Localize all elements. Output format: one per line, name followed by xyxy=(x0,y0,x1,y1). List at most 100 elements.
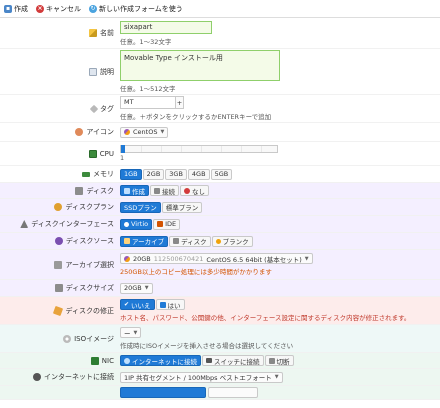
description-row: 説明 任意。1〜512文字 xyxy=(0,49,440,95)
disk-interface-option-ide[interactable]: IDE xyxy=(153,218,181,230)
disk-option-connect[interactable]: 接続 xyxy=(150,185,179,196)
prohibited-icon xyxy=(184,187,190,194)
disk-interface-option-virtio[interactable]: Virtio xyxy=(120,218,153,230)
disk-interface-label: ディスクインターフェース xyxy=(31,220,114,228)
check-icon: ✔ xyxy=(124,301,130,308)
next-option-button[interactable] xyxy=(120,387,206,398)
iso-label: ISOイメージ xyxy=(74,334,114,343)
icon-row: アイコン CentOS ▼ xyxy=(0,123,440,142)
iso-row: ISOイメージ ー ▼ 作成時にISOイメージを挿入させる場合は選択してください xyxy=(0,325,440,353)
cpu-slider[interactable] xyxy=(120,145,278,153)
disk-row: ディスク 作成 接続 なし xyxy=(0,183,440,199)
source-icon xyxy=(54,237,63,245)
icon-label: アイコン xyxy=(86,128,114,136)
memory-options: 1GB 2GB 3GB 4GB 5GB xyxy=(120,168,436,180)
tags-input[interactable]: MT xyxy=(120,96,176,109)
name-row: 名前 任意。1〜32文字 xyxy=(0,18,440,49)
memory-option-2gb[interactable]: 2GB xyxy=(142,168,165,180)
iso-value: ー xyxy=(124,329,131,338)
cpu-row: CPU 1 xyxy=(0,142,440,166)
disk-source-option-disk[interactable]: ディスク xyxy=(169,235,211,247)
pencil-icon xyxy=(89,29,97,37)
disk-modify-row: ディスクの修正 ✔ いいえ はい ホスト名、パスワード、公開鍵の他、インターフェー… xyxy=(0,297,440,325)
tags-row: タグ MT + 任意。＋ボタンをクリックするかENTERキーで追加 xyxy=(0,95,440,123)
disk-plan-label: ディスクプラン xyxy=(65,203,114,211)
nic-label: NIC xyxy=(101,356,114,365)
icon-select[interactable]: CentOS ▼ xyxy=(120,126,169,138)
disk-label: ディスク xyxy=(86,186,114,195)
name-input[interactable] xyxy=(120,20,212,34)
cancel-button[interactable]: × キャンセル xyxy=(36,4,81,14)
wrench-icon xyxy=(53,305,64,316)
disk-option-create[interactable]: 作成 xyxy=(120,185,149,196)
description-textarea[interactable] xyxy=(120,50,280,81)
memory-option-3gb[interactable]: 3GB xyxy=(165,168,187,180)
disk-icon xyxy=(75,186,84,195)
disk-size-row: ディスクサイズ 20GB ▼ xyxy=(0,280,440,297)
disk-option-none[interactable]: なし xyxy=(180,185,209,196)
nic-row: NIC インターネットに接続 スイッチに接続 切断 xyxy=(0,353,440,369)
disk-modify-hint: ホスト名、パスワード、公開鍵の他、インターフェース設定に関するディスク内容が修正… xyxy=(120,314,411,322)
nic-option-switch[interactable]: スイッチに接続 xyxy=(202,355,264,366)
memory-icon xyxy=(82,171,90,177)
disk-size-value: 20GB xyxy=(124,284,142,292)
disk-source-option-blank[interactable]: ブランク xyxy=(211,235,253,247)
disk-interface-row: ディスクインターフェース Virtio IDE xyxy=(0,216,440,233)
chevron-down-icon: ▼ xyxy=(144,285,149,291)
disconnect-icon xyxy=(268,357,275,364)
disk-size-select[interactable]: 20GB ▼ xyxy=(120,282,153,294)
disk-source-row: ディスクソース アーカイブ ディスク ブランク xyxy=(0,233,440,250)
disk-modify-label: ディスクの修正 xyxy=(65,306,114,315)
disk-source-option-archive[interactable]: アーカイブ xyxy=(120,235,169,247)
disk-plan-option-standard[interactable]: 標準プラン xyxy=(161,201,203,213)
memory-label: メモリ xyxy=(93,170,114,178)
chevron-down-icon: ▼ xyxy=(133,329,138,336)
disk-small-icon xyxy=(173,238,180,244)
disk-modify-option-yes[interactable]: はい xyxy=(155,299,185,310)
archive-row: アーカイブ選択 20GB 112500670421 CentOS 6.5 64b… xyxy=(0,250,440,280)
archive-select[interactable]: 20GB 112500670421 CentOS 6.5 64bit (基本セッ… xyxy=(120,253,313,264)
ide-icon xyxy=(157,221,164,227)
blank-icon xyxy=(215,238,221,244)
save-button[interactable]: ▪ 作成 xyxy=(4,4,28,14)
archive-size: 20GB xyxy=(133,254,151,263)
chevron-down-icon: ▼ xyxy=(274,374,279,380)
nic-option-disconnect[interactable]: 切断 xyxy=(264,355,294,366)
internet-label: インターネットに接続 xyxy=(44,373,114,381)
archive-box-icon xyxy=(54,260,63,269)
tag-icon xyxy=(89,104,99,113)
cancel-label: キャンセル xyxy=(46,4,81,13)
disk-source-label: ディスクソース xyxy=(65,237,114,245)
cpu-slider-handle[interactable] xyxy=(121,145,125,153)
memory-option-5gb[interactable]: 5GB xyxy=(210,168,233,180)
add-tag-button[interactable]: + xyxy=(176,96,184,109)
archive-icon xyxy=(124,238,130,244)
icon-select-value: CentOS xyxy=(133,128,158,136)
new-form-label: 新しい作成フォームを使う xyxy=(99,4,183,13)
new-form-button[interactable]: ↻ 新しい作成フォームを使う xyxy=(89,4,183,14)
centos-icon xyxy=(124,129,130,135)
cpu-value: 1 xyxy=(120,154,125,162)
cd-icon xyxy=(63,334,72,343)
internet-icon xyxy=(33,373,41,381)
nic-option-internet[interactable]: インターネットに接続 xyxy=(120,355,201,366)
disk-plan-option-ssd[interactable]: SSDプラン xyxy=(120,201,161,213)
chevron-down-icon: ▼ xyxy=(160,129,165,135)
connect-icon xyxy=(154,187,160,194)
virtio-icon xyxy=(124,221,129,227)
memory-option-4gb[interactable]: 4GB xyxy=(187,168,210,180)
edit-icon xyxy=(159,301,166,308)
next-row-partial xyxy=(0,386,440,400)
disk-modify-option-no[interactable]: ✔ いいえ xyxy=(120,299,155,310)
iso-select[interactable]: ー ▼ xyxy=(120,327,142,338)
save-label: 作成 xyxy=(14,4,28,13)
disk-size-icon xyxy=(54,284,63,292)
internet-select[interactable]: 1IP 共有セグメント / 100Mbps ベストエフォート ▼ xyxy=(120,371,283,383)
description-hint: 任意。1〜512文字 xyxy=(120,85,176,93)
person-icon xyxy=(54,203,63,211)
centos-icon xyxy=(124,255,130,262)
chevron-down-icon: ▼ xyxy=(304,255,309,262)
memory-option-1gb[interactable]: 1GB xyxy=(120,168,142,180)
disk-plan-row: ディスクプラン SSDプラン 標準プラン xyxy=(0,199,440,216)
next-option-select[interactable] xyxy=(208,387,258,398)
